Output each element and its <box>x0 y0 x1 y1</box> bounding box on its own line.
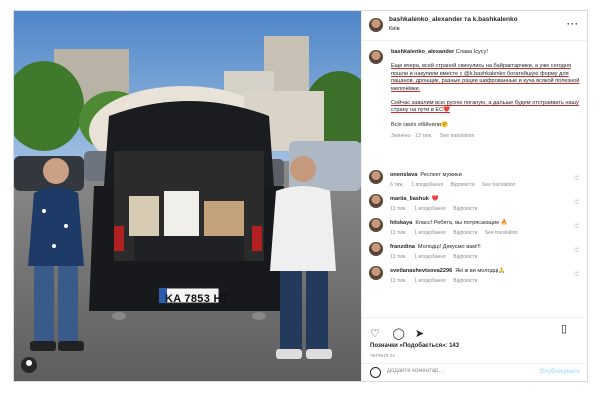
comment-reply-link[interactable]: Відповісти <box>453 206 477 212</box>
instagram-post-frame: KA 7853 HT bashkalenko_alexander та k.ba… <box>13 10 588 382</box>
post-date: ЧЕРВНЯ 24 <box>370 353 395 358</box>
comment-item: hitskaya Класс! Ребята, вы потрясающие 🔥 … <box>362 217 588 241</box>
user-tag-icon[interactable] <box>21 357 37 373</box>
share-icon[interactable]: ➤ <box>415 329 427 341</box>
see-translation-link[interactable]: See translation <box>440 133 475 139</box>
add-comment-bar: Опублікувати <box>362 363 588 381</box>
post-comment-button[interactable]: Опублікувати <box>539 369 580 375</box>
bookmark-icon[interactable]: ▯ <box>561 324 573 336</box>
comment-text: Молодці! Дякуємо вам!!! <box>417 244 481 250</box>
post-actions: ♡ ◯ ➤ ▯ <box>362 317 588 340</box>
comment-reply-link[interactable]: Відповісти <box>453 230 477 236</box>
comment-likes[interactable]: 1 вподобання <box>414 278 446 284</box>
comment-username[interactable]: onenslava <box>390 172 417 178</box>
comment-reply-link[interactable]: Відповісти <box>453 254 477 260</box>
comment-likes[interactable]: 1 вподобання <box>414 206 446 212</box>
license-plate: KA 7853 HT <box>165 293 229 305</box>
add-comment-input[interactable] <box>387 368 527 374</box>
comment-item: mariia_liashuk ❤️ 13 тиж. 1 вподобання Ві… <box>362 193 588 217</box>
heart-icon[interactable]: ♡ <box>574 271 579 278</box>
post-photo[interactable]: KA 7853 HT <box>14 11 361 381</box>
comment-text: Респект мужики <box>420 172 462 178</box>
photo-scene <box>14 11 361 381</box>
comment-time: 13 тиж. <box>390 278 407 284</box>
comment-text: Які ж ви молодці🙏 <box>455 268 506 274</box>
caption-username[interactable]: bashkalenko_alexander <box>391 49 454 55</box>
caption-first-line: Слава Ісусу! <box>455 49 488 55</box>
more-horizontal-icon[interactable]: ··· <box>567 19 579 29</box>
comment-likes[interactable]: 1 вподобання <box>414 230 446 236</box>
post-side-panel: bashkalenko_alexander та k.bashkalenko К… <box>361 11 588 381</box>
comment-username[interactable]: svetlanashevtsova2296 <box>390 268 452 274</box>
post-header: bashkalenko_alexander та k.bashkalenko К… <box>362 11 587 41</box>
caption-avatar[interactable] <box>369 50 383 64</box>
caption-paragraph-3: Всіх своїх обійняли🤗 <box>391 121 448 128</box>
post-location[interactable]: Київ <box>389 26 400 32</box>
heart-icon[interactable]: ♡ <box>574 223 579 230</box>
comment-avatar[interactable] <box>369 242 383 256</box>
comment-avatar[interactable] <box>369 218 383 232</box>
comment-avatar[interactable] <box>369 170 383 184</box>
caption-paragraph-2: Сейчас завалим всю русню поганую, а даль… <box>391 100 579 114</box>
caption-paragraph-1: Еще вчера, всей страной скинулись на бай… <box>391 63 580 92</box>
comment-text: ❤️ <box>431 196 439 202</box>
comment-likes[interactable]: 1 вподобання <box>411 182 443 188</box>
comment-icon[interactable]: ◯ <box>392 329 404 341</box>
comment-reply-link[interactable]: Відповісти <box>453 278 477 284</box>
heart-icon[interactable]: ♡ <box>574 175 579 182</box>
comment-username[interactable]: hitskaya <box>390 220 412 226</box>
comment-reply-link[interactable]: Відповісти <box>450 182 474 188</box>
comment-avatar[interactable] <box>369 194 383 208</box>
comment-likes[interactable]: 1 вподобання <box>414 254 446 260</box>
comment-text: Класс! Ребята, вы потрясающие 🔥 <box>415 220 508 226</box>
heart-icon[interactable]: ♡ <box>370 329 382 341</box>
comment-username[interactable]: mariia_liashuk <box>390 196 429 202</box>
comment-item: onenslava Респект мужики 6 тиж. 1 вподоба… <box>362 169 588 193</box>
post-caption: bashkalenko_alexander Слава Ісусу! Еще в… <box>362 49 588 141</box>
avatar[interactable] <box>369 18 383 32</box>
caption-edited-time: Змінено · 13 тиж. <box>391 133 433 140</box>
comment-time: 13 тиж. <box>390 230 407 236</box>
emoji-icon[interactable] <box>370 367 381 378</box>
comment-time: 13 тиж. <box>390 206 407 212</box>
comment-username[interactable]: franzdina <box>390 244 415 250</box>
comment-time: 6 тиж. <box>390 182 404 188</box>
heart-icon[interactable]: ♡ <box>574 199 579 206</box>
comment-time: 13 тиж. <box>390 254 407 260</box>
heart-icon[interactable]: ♡ <box>574 247 579 254</box>
comment-item: franzdina Молодці! Дякуємо вам!!! 13 тиж.… <box>362 241 588 265</box>
comment-avatar[interactable] <box>369 266 383 280</box>
caption-meta: Змінено · 13 тиж. See translation <box>391 133 580 140</box>
comment-translation-link[interactable]: See translation <box>482 182 515 188</box>
comments-list: onenslava Респект мужики 6 тиж. 1 вподоба… <box>362 169 588 289</box>
comment-translation-link[interactable]: See translation <box>485 230 518 236</box>
comment-item: svetlanashevtsova2296 Які ж ви молодці🙏 1… <box>362 265 588 289</box>
likes-count[interactable]: Позначки «Подобається»: 143 <box>370 343 459 349</box>
post-author-names[interactable]: bashkalenko_alexander та k.bashkalenko <box>389 16 518 23</box>
